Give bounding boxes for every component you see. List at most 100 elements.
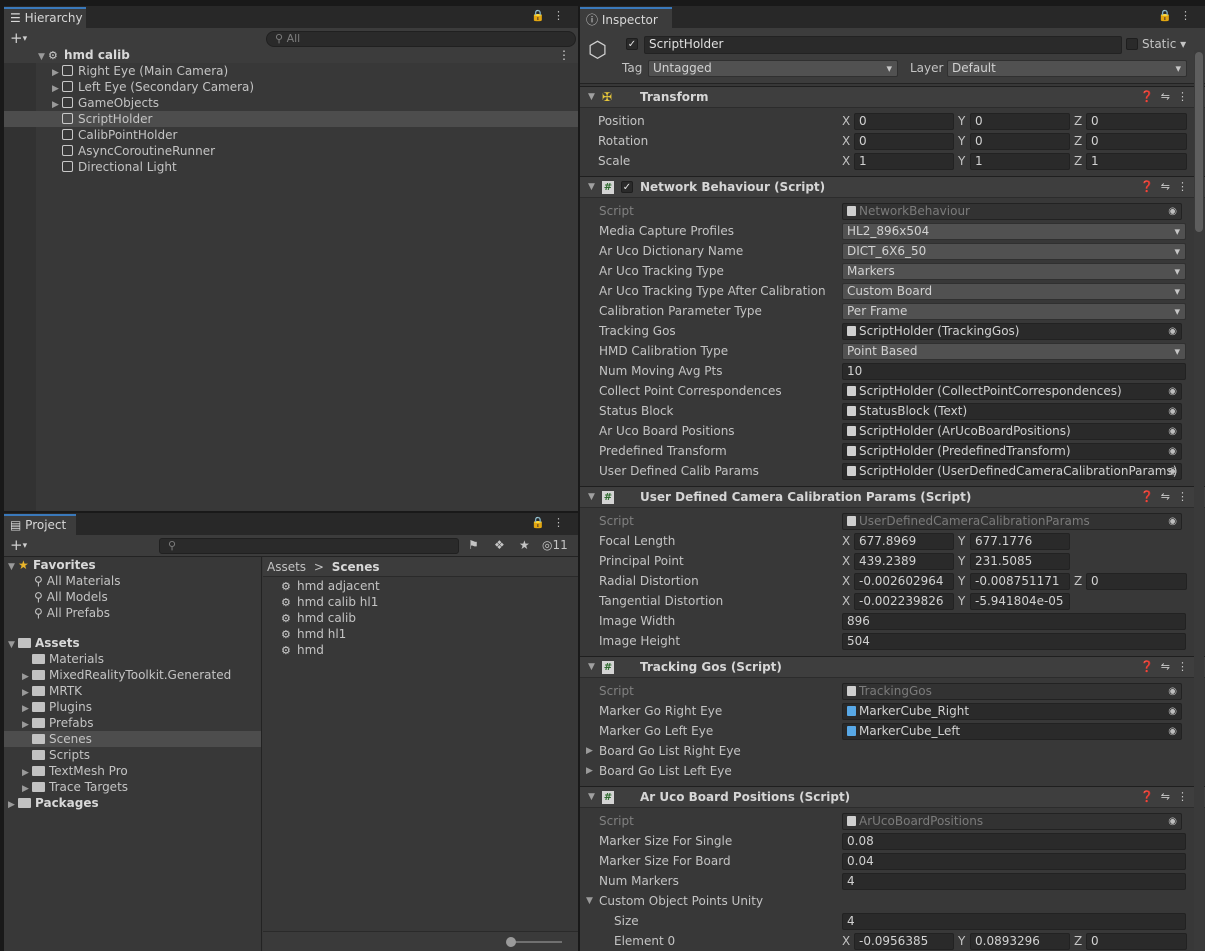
asset-folder-item[interactable]: ▶ Trace Targets — [4, 779, 261, 795]
tag-dropdown[interactable]: Untagged — [648, 60, 898, 77]
asset-folder-item[interactable]: ▶ TextMesh Pro — [4, 763, 261, 779]
favorites-header[interactable]: ▼ ★ Favorites — [4, 557, 261, 573]
help-icon[interactable]: ❓ — [1140, 90, 1161, 103]
kebab-menu-icon[interactable]: ⋮ — [1177, 180, 1195, 193]
property-field[interactable]: ScriptHolder (ArUcoBoardPositions) — [842, 423, 1182, 440]
y-field[interactable]: 677.1776 — [970, 533, 1070, 550]
y-field[interactable]: -5.941804e-05 — [970, 593, 1070, 610]
lock-icon[interactable]: 🔒 — [531, 9, 553, 22]
component-header-camera-calibration[interactable]: ▼ # User Defined Camera Calibration Params… — [580, 486, 1205, 508]
scene-file-item[interactable]: ⚙ hmd hl1 — [263, 626, 578, 642]
property-field[interactable]: Per Frame — [842, 303, 1186, 320]
preset-icon[interactable]: ⇋ — [1161, 660, 1177, 673]
z-field[interactable]: 0 — [1086, 573, 1187, 590]
element-0-x-field[interactable]: -0.0956385 — [854, 933, 954, 950]
hierarchy-search-input[interactable]: ⚲ All — [266, 31, 576, 47]
property-field[interactable]: 0.04 — [842, 853, 1186, 870]
scene-file-item[interactable]: ⚙ hmd adjacent — [263, 578, 578, 594]
transform-x-field[interactable]: 0 — [854, 133, 954, 150]
y-field[interactable]: 231.5085 — [970, 553, 1070, 570]
property-field[interactable]: StatusBlock (Text) — [842, 403, 1182, 420]
asset-folder-item[interactable]: Scripts — [4, 747, 261, 763]
x-field[interactable]: -0.002239826 — [854, 593, 954, 610]
create-asset-button[interactable]: +▾ — [10, 536, 27, 554]
component-header-controls[interactable]: ❓⇋⋮ — [1140, 177, 1195, 197]
board-go-list-right-foldout[interactable]: ▶ Board Go List Right Eye — [580, 741, 1205, 761]
foldout-arrow-icon[interactable]: ▶ — [586, 741, 593, 761]
transform-y-field[interactable]: 1 — [970, 153, 1070, 170]
hierarchy-item[interactable]: ▶ GameObjects — [4, 95, 578, 111]
x-field[interactable]: -0.002602964 — [854, 573, 954, 590]
property-field[interactable]: 896 — [842, 613, 1186, 630]
packages-header[interactable]: ▶ Packages — [4, 795, 261, 811]
transform-z-field[interactable]: 0 — [1086, 133, 1187, 150]
component-header-transform[interactable]: ▼ ✠ Transform ❓⇋⋮ — [580, 86, 1205, 108]
property-field[interactable]: ScriptHolder (CollectPointCorrespondence… — [842, 383, 1182, 400]
element-0-y-field[interactable]: 0.0893296 — [970, 933, 1070, 950]
foldout-arrow-icon[interactable]: ▼ — [588, 657, 595, 677]
foldout-arrow-icon[interactable]: ▼ — [588, 177, 595, 197]
favorite-item[interactable]: ⚲ All Materials — [4, 573, 261, 589]
property-field[interactable]: Point Based — [842, 343, 1186, 360]
element-0-z-field[interactable]: 0 — [1086, 933, 1187, 950]
scene-kebab-icon[interactable]: ⋮ — [558, 47, 570, 63]
property-field[interactable]: Markers — [842, 263, 1186, 280]
kebab-menu-icon[interactable]: ⋮ — [1177, 790, 1195, 803]
kebab-menu-icon[interactable]: ⋮ — [1180, 9, 1199, 22]
component-header-controls[interactable]: ❓⇋⋮ — [1140, 487, 1195, 507]
preset-icon[interactable]: ⇋ — [1161, 490, 1177, 503]
hierarchy-item[interactable]: ▶ Left Eye (Secondary Camera) — [4, 79, 578, 95]
asset-folder-item[interactable]: Scenes — [4, 731, 261, 747]
scene-file-item[interactable]: ⚙ hmd calib — [263, 610, 578, 626]
transform-z-field[interactable]: 0 — [1086, 113, 1187, 130]
component-header-aruco-board-positions[interactable]: ▼ # Ar Uco Board Positions (Script) ❓⇋⋮ — [580, 786, 1205, 808]
scene-row[interactable]: ▼ ⚙ hmd calib ⋮ — [4, 47, 578, 63]
tab-inspector[interactable]: ⓘ Inspector — [580, 7, 672, 28]
static-checkbox[interactable] — [1126, 38, 1138, 50]
object-name-input[interactable]: ScriptHolder — [644, 36, 1122, 54]
property-field[interactable]: 0.08 — [842, 833, 1186, 850]
tab-hierarchy[interactable]: ☰ Hierarchy — [4, 7, 86, 28]
help-icon[interactable]: ❓ — [1140, 180, 1161, 193]
property-field[interactable]: ScriptHolder (UserDefinedCameraCalibrati… — [842, 463, 1182, 480]
kebab-menu-icon[interactable]: ⋮ — [1177, 490, 1195, 503]
help-icon[interactable]: ❓ — [1140, 490, 1161, 503]
x-field[interactable]: 677.8969 — [854, 533, 954, 550]
hierarchy-item[interactable]: CalibPointHolder — [4, 127, 578, 143]
component-header-controls[interactable]: ❓⇋⋮ — [1140, 87, 1195, 107]
transform-x-field[interactable]: 1 — [854, 153, 954, 170]
x-field[interactable]: 439.2389 — [854, 553, 954, 570]
kebab-menu-icon[interactable]: ⋮ — [1177, 660, 1195, 673]
hierarchy-item[interactable]: ▶ Right Eye (Main Camera) — [4, 63, 578, 79]
project-tab-controls[interactable]: 🔒⋮ — [531, 516, 572, 529]
asset-folder-item[interactable]: ▶ MixedRealityToolkit.Generated — [4, 667, 261, 683]
component-header-network-behaviour[interactable]: ▼ # ✓ Network Behaviour (Script) ❓⇋⋮ — [580, 176, 1205, 198]
hierarchy-tab-controls[interactable]: 🔒⋮ — [531, 9, 572, 22]
kebab-menu-icon[interactable]: ⋮ — [1177, 90, 1195, 103]
hidden-packages-toggle[interactable]: ◎11 — [542, 538, 568, 552]
inspector-tab-controls[interactable]: 🔒⋮ — [1158, 9, 1199, 22]
help-icon[interactable]: ❓ — [1140, 790, 1161, 803]
transform-z-field[interactable]: 1 — [1086, 153, 1187, 170]
preset-icon[interactable]: ⇋ — [1161, 180, 1177, 193]
scene-file-item[interactable]: ⚙ hmd — [263, 642, 578, 658]
property-field[interactable]: HL2_896x504 — [842, 223, 1186, 240]
kebab-menu-icon[interactable]: ⋮ — [553, 9, 572, 22]
tab-project[interactable]: ▤ Project — [4, 514, 76, 535]
transform-y-field[interactable]: 0 — [970, 113, 1070, 130]
favorite-item[interactable]: ⚲ All Prefabs — [4, 605, 261, 621]
assets-header[interactable]: ▼ Assets — [4, 635, 261, 651]
foldout-arrow-icon[interactable]: ▼ — [588, 787, 595, 807]
property-field[interactable]: 10 — [842, 363, 1186, 380]
transform-y-field[interactable]: 0 — [970, 133, 1070, 150]
property-field[interactable]: MarkerCube_Left — [842, 723, 1182, 740]
favorite-item[interactable]: ⚲ All Models — [4, 589, 261, 605]
expand-arrow-icon[interactable]: ▶ — [8, 797, 18, 813]
y-field[interactable]: -0.008751171 — [970, 573, 1070, 590]
lock-icon[interactable]: 🔒 — [1158, 9, 1180, 22]
create-button[interactable]: +▾ — [10, 29, 27, 47]
component-header-controls[interactable]: ❓⇋⋮ — [1140, 657, 1195, 677]
foldout-arrow-icon[interactable]: ▼ — [588, 487, 595, 507]
transform-x-field[interactable]: 0 — [854, 113, 954, 130]
static-dropdown[interactable]: Static ▾ — [1142, 37, 1186, 51]
